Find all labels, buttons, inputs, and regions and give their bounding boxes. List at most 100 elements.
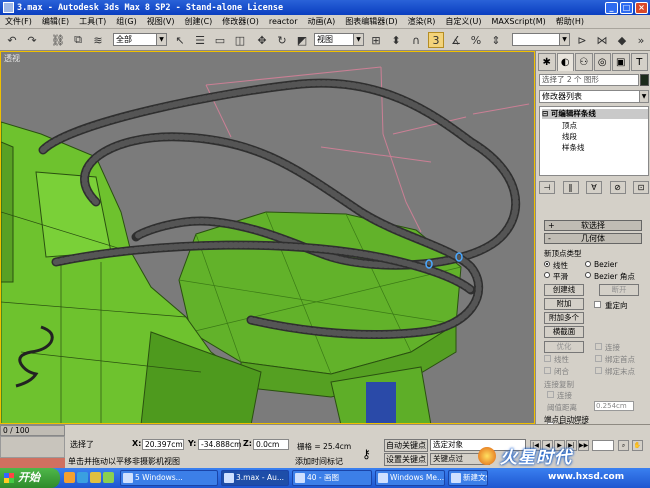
menu-file[interactable]: 文件(F) xyxy=(0,16,37,27)
unlink-icon[interactable]: ⧉ xyxy=(70,32,86,48)
reorient-checkbox[interactable] xyxy=(594,301,601,308)
auto-key-button[interactable]: 自动关键点 xyxy=(384,439,428,452)
snap-toggle-icon[interactable]: ∩ xyxy=(408,32,424,48)
cross-section-button[interactable]: 横截面 xyxy=(544,326,584,338)
menu-customize[interactable]: 自定义(U) xyxy=(440,16,486,27)
display-tab-icon[interactable]: ▣ xyxy=(612,53,630,71)
attach-multiple-button[interactable]: 附加多个 xyxy=(544,312,584,324)
menu-edit[interactable]: 编辑(E) xyxy=(37,16,74,27)
select-by-name-icon[interactable]: ☰ xyxy=(192,32,208,48)
set-key-button[interactable]: 设置关键点 xyxy=(384,453,428,466)
select-object-icon[interactable]: ↖ xyxy=(172,32,188,48)
angle-snap-icon[interactable]: ∡ xyxy=(448,32,464,48)
named-selection-dropdown[interactable]: ▼ xyxy=(512,33,570,46)
configure-sets-icon[interactable]: ⊡ xyxy=(633,181,649,194)
taskbar-item-windows[interactable]: 5 Windows... xyxy=(120,470,218,486)
z-coord-field[interactable]: 0.0cm xyxy=(253,439,289,450)
show-desktop-icon[interactable] xyxy=(64,472,75,483)
modifier-list-dropdown[interactable]: 修改器列表 ▼ xyxy=(539,90,649,103)
menu-views[interactable]: 视图(V) xyxy=(142,16,180,27)
select-link-icon[interactable]: ⛓ xyxy=(50,32,66,48)
perspective-viewport[interactable]: 透视 xyxy=(0,51,535,424)
pin-stack-icon[interactable]: ⊣ xyxy=(539,181,555,194)
bind-first-checkbox[interactable] xyxy=(595,355,602,362)
select-and-scale-icon[interactable]: ◩ xyxy=(294,32,310,48)
make-unique-icon[interactable]: ∀ xyxy=(586,181,602,194)
modify-tab-icon[interactable]: ◐ xyxy=(556,53,574,71)
bind-space-warp-icon[interactable]: ≋ xyxy=(90,32,106,48)
track-bar[interactable] xyxy=(0,436,65,458)
taskbar-item-folder[interactable]: 新建文件夹 xyxy=(448,470,488,486)
break-button[interactable]: 断开 xyxy=(599,284,639,296)
taskbar-item-messenger[interactable]: Windows Me... xyxy=(375,470,445,486)
quick-launch-icon[interactable] xyxy=(103,472,114,483)
utilities-tab-icon[interactable]: T xyxy=(630,53,648,71)
curve-editor-icon[interactable]: » xyxy=(633,32,649,48)
add-time-tag[interactable]: 添加时间标记 xyxy=(295,456,343,467)
key-icon[interactable]: ⚷ xyxy=(362,447,371,461)
select-and-rotate-icon[interactable]: ↻ xyxy=(274,32,290,48)
threshold-spinner[interactable]: 0.254cm xyxy=(594,401,634,411)
radio-smooth[interactable] xyxy=(544,272,550,278)
menu-tools[interactable]: 工具(T) xyxy=(74,16,111,27)
undo-icon[interactable]: ↶ xyxy=(4,32,20,48)
stack-item-vertex[interactable]: 顶点 xyxy=(562,121,577,131)
start-button[interactable]: 开始 xyxy=(0,468,60,488)
snap-3d-icon[interactable]: 3 xyxy=(428,32,444,48)
menu-animation[interactable]: 动画(A) xyxy=(302,16,340,27)
internet-explorer-icon[interactable] xyxy=(77,472,88,483)
closed-checkbox[interactable] xyxy=(544,367,551,374)
menu-graph-editors[interactable]: 图表编辑器(D) xyxy=(340,16,402,27)
radio-bezier-corner[interactable] xyxy=(585,272,591,278)
y-coord-field[interactable]: -34.888cm xyxy=(198,439,241,450)
menu-create[interactable]: 创建(C) xyxy=(179,16,217,27)
media-player-icon[interactable] xyxy=(90,472,101,483)
refine-button[interactable]: 优化 xyxy=(544,341,584,353)
pivot-center-icon[interactable]: ⊞ xyxy=(368,32,384,48)
stack-item-spline[interactable]: 样条线 xyxy=(562,143,585,153)
menu-maxscript[interactable]: MAXScript(M) xyxy=(487,17,551,26)
rectangular-selection-icon[interactable]: ▭ xyxy=(212,32,228,48)
radio-bezier[interactable] xyxy=(585,261,591,267)
reference-coordinate-dropdown[interactable]: 视图 ▼ xyxy=(314,33,364,46)
redo-icon[interactable]: ↷ xyxy=(24,32,40,48)
remove-modifier-icon[interactable]: ⊘ xyxy=(609,181,626,194)
stack-item-editable-spline[interactable]: ⊟ 可编辑样条线 xyxy=(542,109,648,119)
linear-checkbox[interactable] xyxy=(544,355,551,362)
attach-button[interactable]: 附加 xyxy=(544,298,584,310)
maximize-button[interactable]: □ xyxy=(620,1,633,14)
percent-snap-icon[interactable]: % xyxy=(468,32,484,48)
bind-last-checkbox[interactable] xyxy=(595,367,602,374)
taskbar-item-3dsmax[interactable]: 3.max - Au... xyxy=(221,470,289,486)
time-slider[interactable]: 0 / 100 xyxy=(0,425,65,436)
menu-modifiers[interactable]: 修改器(O) xyxy=(217,16,264,27)
select-and-move-icon[interactable]: ✥ xyxy=(254,32,270,48)
geometry-rollout[interactable]: - 几何体 xyxy=(544,233,642,244)
window-crossing-icon[interactable]: ◫ xyxy=(232,32,248,48)
connect-copy-checkbox[interactable] xyxy=(547,391,554,398)
menu-group[interactable]: 组(G) xyxy=(111,16,141,27)
taskbar-item-paint[interactable]: 40 - 画图 xyxy=(292,470,372,486)
object-color-swatch[interactable] xyxy=(640,74,649,86)
selection-info-field[interactable]: 选择了 2 个 图形 xyxy=(539,74,639,86)
menu-reactor[interactable]: reactor xyxy=(264,17,303,26)
connect-checkbox[interactable] xyxy=(595,343,602,350)
spinner-snap-icon[interactable]: ⇕ xyxy=(488,32,504,48)
menu-help[interactable]: 帮助(H) xyxy=(551,16,589,27)
layer-manager-icon[interactable]: ◆ xyxy=(614,32,630,48)
viewport-label[interactable]: 透视 xyxy=(4,53,20,64)
radio-linear[interactable] xyxy=(544,261,550,267)
align-icon[interactable]: ⋈ xyxy=(594,32,610,48)
select-manipulate-icon[interactable]: ⬍ xyxy=(388,32,404,48)
stack-item-segment[interactable]: 线段 xyxy=(562,132,577,142)
menu-rendering[interactable]: 渲染(R) xyxy=(403,16,441,27)
soft-selection-rollout[interactable]: + 软选择 xyxy=(544,220,642,231)
motion-tab-icon[interactable]: ◎ xyxy=(593,53,611,71)
maxscript-listener-bar[interactable] xyxy=(0,458,65,468)
close-button[interactable]: × xyxy=(635,1,648,14)
hierarchy-tab-icon[interactable]: ⚇ xyxy=(575,53,593,71)
x-coord-field[interactable]: 20.397cm xyxy=(142,439,184,450)
create-tab-icon[interactable]: ✱ xyxy=(538,53,556,71)
create-line-button[interactable]: 创建线 xyxy=(544,284,584,296)
mirror-icon[interactable]: ⊳ xyxy=(574,32,590,48)
